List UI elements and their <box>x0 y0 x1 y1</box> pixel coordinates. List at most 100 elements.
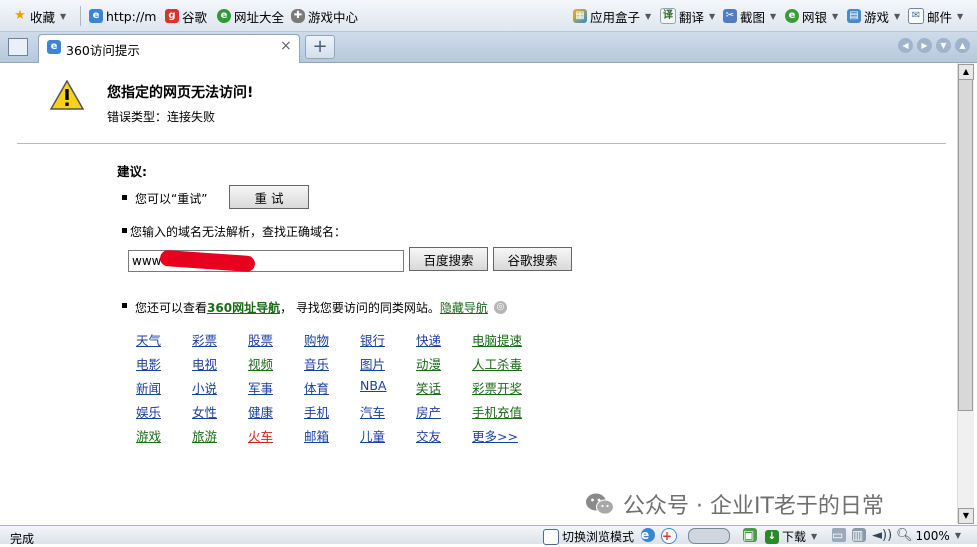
category-link[interactable]: 儿童 <box>360 426 385 445</box>
bank-shield-icon: e <box>785 9 799 23</box>
chevron-down-icon: ▼ <box>645 11 652 21</box>
category-link[interactable]: 电脑提速 <box>472 330 522 349</box>
fav-game-center-label: 游戏中心 <box>308 9 359 25</box>
chevron-down-icon: ▼ <box>770 11 777 21</box>
category-link[interactable]: 更多>> <box>472 426 518 445</box>
watermark: 公众号 · 企业IT老于的日常 <box>585 488 884 520</box>
360-nav-link[interactable]: 360网址导航 <box>207 299 280 316</box>
divider <box>17 143 946 144</box>
security-icon[interactable]: + <box>661 528 677 544</box>
browse-mode-switch[interactable]: 切换浏览模式 <box>543 528 634 545</box>
chevron-down-icon: ▼ <box>957 11 964 21</box>
sidebar-toggle-icon[interactable] <box>8 38 28 56</box>
close-tab-icon[interactable]: × <box>280 38 292 54</box>
mail-icon: ✉ <box>908 8 924 24</box>
toggle-icon[interactable] <box>688 528 730 544</box>
chevron-down-icon: ▼ <box>60 11 67 21</box>
category-link[interactable]: 视频 <box>248 354 273 373</box>
download-button[interactable]: ↓ 下载 ▼ <box>765 528 817 545</box>
fav-link-google[interactable]: g 谷歌 <box>165 8 208 25</box>
games-button[interactable]: ▤ 游戏 ▼ <box>847 8 900 25</box>
category-link[interactable]: 彩票开奖 <box>472 378 522 397</box>
watermark-text: 公众号 · 企业IT老于的日常 <box>623 494 884 519</box>
magnifier-icon: 🔍︎ <box>896 528 913 543</box>
bank-button[interactable]: e 网银 ▼ <box>785 8 838 25</box>
app-box-button[interactable]: ▦ 应用盒子 ▼ <box>573 8 652 25</box>
fav-link-game-center[interactable]: ✚ 游戏中心 <box>291 8 359 25</box>
wechat-icon <box>586 493 614 515</box>
games-label: 游戏 <box>864 9 890 25</box>
category-link[interactable]: 快递 <box>416 330 441 349</box>
screenshot-button[interactable]: ✂ 截图 ▼ <box>723 8 777 25</box>
category-link[interactable]: 电影 <box>136 354 161 373</box>
category-link[interactable]: 健康 <box>248 402 273 421</box>
retry-button[interactable]: 重 试 <box>229 185 309 209</box>
fav-google-label: 谷歌 <box>182 9 208 25</box>
category-link[interactable]: 军事 <box>248 378 273 397</box>
category-link[interactable]: 图片 <box>360 354 385 373</box>
volume-icon[interactable]: ◄)) <box>872 528 892 543</box>
tab-scroll-right-icon[interactable]: ▶ <box>917 38 932 53</box>
scrollbar-thumb[interactable] <box>958 79 973 411</box>
category-link[interactable]: 笑话 <box>416 378 441 397</box>
category-link[interactable]: 交友 <box>416 426 441 445</box>
category-link[interactable]: 小说 <box>192 378 217 397</box>
category-link[interactable]: 音乐 <box>304 354 329 373</box>
page-tools-icon[interactable]: ▭ <box>832 528 846 542</box>
category-link[interactable]: 娱乐 <box>136 402 161 421</box>
category-link[interactable]: NBA <box>360 378 386 393</box>
baidu-search-button[interactable]: 百度搜索 <box>409 247 488 271</box>
download-icon: ↓ <box>765 529 779 544</box>
hide-nav-icon[interactable]: ◎ <box>493 301 507 314</box>
ie-icon[interactable]: e <box>641 528 655 542</box>
favorites-menu[interactable]: ★ 收藏 ▼ <box>13 8 67 25</box>
tab-list-icon[interactable]: ▼ <box>936 38 951 53</box>
hide-nav-link[interactable]: 隐藏导航 <box>440 299 488 316</box>
category-link[interactable]: 电视 <box>192 354 217 373</box>
category-link[interactable]: 彩票 <box>192 330 217 349</box>
nav-suggestion: 您还可以查看 360网址导航 ， 寻找您要访问的同类网站。 隐藏导航 ◎ <box>135 299 507 316</box>
scroll-down-icon[interactable]: ▼ <box>958 508 974 524</box>
split-icon[interactable]: ▥ <box>852 528 866 542</box>
category-link[interactable]: 游戏 <box>136 426 161 445</box>
category-link[interactable]: 手机 <box>304 402 329 421</box>
category-link[interactable]: 天气 <box>136 330 161 349</box>
category-link[interactable]: 购物 <box>304 330 329 349</box>
nav-prefix: 您还可以查看 <box>135 301 208 315</box>
category-link[interactable]: 女性 <box>192 402 217 421</box>
chevron-down-icon: ▼ <box>709 11 716 21</box>
category-link[interactable]: 人工杀毒 <box>472 354 522 373</box>
category-link[interactable]: 邮箱 <box>304 426 329 445</box>
category-link[interactable]: 银行 <box>360 330 385 349</box>
category-link[interactable]: 股票 <box>248 330 273 349</box>
category-link[interactable]: 新闻 <box>136 378 161 397</box>
fav-link-sites[interactable]: e 网址大全 <box>217 8 284 25</box>
category-link[interactable]: 房产 <box>416 402 441 421</box>
window-icon <box>543 528 559 545</box>
zoom-control[interactable]: 🔍︎ 100% ▼ <box>896 528 961 543</box>
category-link[interactable]: 汽车 <box>360 402 385 421</box>
bullet <box>122 303 127 308</box>
bullet <box>122 195 127 200</box>
category-link[interactable]: 手机充值 <box>472 402 522 421</box>
category-link[interactable]: 动漫 <box>416 354 441 373</box>
category-link[interactable]: 旅游 <box>192 426 217 445</box>
mail-button[interactable]: ✉ 邮件 ▼ <box>908 8 964 25</box>
google-search-button[interactable]: 谷歌搜索 <box>493 247 572 271</box>
games-icon: ▤ <box>847 9 861 23</box>
new-tab-button[interactable]: + <box>305 35 335 59</box>
category-link[interactable]: 火车 <box>248 426 273 445</box>
google-icon: g <box>165 9 179 23</box>
tab-scroll-left-icon[interactable]: ◀ <box>898 38 913 53</box>
translate-button[interactable]: 译 翻译 ▼ <box>660 8 716 25</box>
zoom-level: 100% <box>915 528 950 543</box>
tab-title: 360访问提示 <box>66 43 140 58</box>
image-icon[interactable]: ▣ <box>743 528 757 542</box>
scroll-up-icon[interactable]: ▲ <box>958 64 974 80</box>
screenshot-icon: ✂ <box>723 9 737 23</box>
bank-label: 网银 <box>802 9 828 25</box>
fav-link-address[interactable]: e http://m <box>89 8 156 24</box>
fav-address-label: http://m <box>106 8 157 24</box>
tab-restore-icon[interactable]: ▲ <box>955 38 970 53</box>
category-link[interactable]: 体育 <box>304 378 329 397</box>
